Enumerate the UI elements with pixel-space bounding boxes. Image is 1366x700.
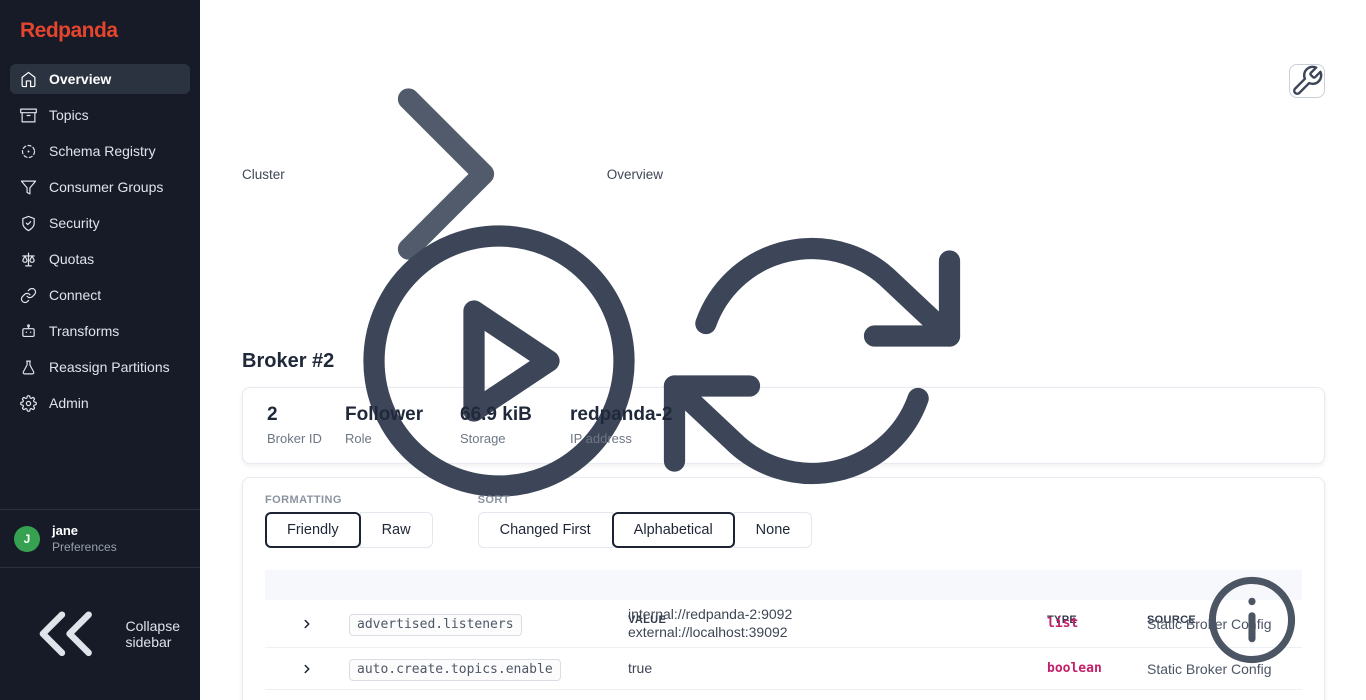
config-value-line: internal://redpanda-2:9092 bbox=[628, 606, 1047, 624]
sidebar-item-label: Reassign Partitions bbox=[49, 359, 170, 375]
archive-icon bbox=[20, 107, 37, 124]
stat-label: Broker ID bbox=[267, 431, 345, 446]
config-name-badge: auto.create.topics.enable bbox=[349, 659, 561, 681]
config-value-line: true bbox=[628, 660, 1047, 678]
home-icon bbox=[20, 71, 37, 88]
sidebar-spacer bbox=[0, 418, 200, 509]
sidebar-item-label: Consumer Groups bbox=[49, 179, 163, 195]
scan-icon bbox=[20, 143, 37, 160]
formatting-option-friendly[interactable]: Friendly bbox=[265, 512, 361, 548]
collapse-sidebar-button[interactable]: Collapse sidebar bbox=[0, 567, 200, 700]
formatting-group: FriendlyRaw bbox=[265, 512, 433, 548]
stat-value: Follower bbox=[345, 404, 460, 426]
scales-icon bbox=[20, 251, 37, 268]
chevrons-left-icon bbox=[20, 588, 112, 680]
config-value: true bbox=[628, 660, 1047, 678]
sidebar-item-connect[interactable]: Connect bbox=[10, 280, 190, 310]
flask-icon bbox=[20, 359, 37, 376]
title-row: Broker #2 bbox=[242, 348, 1325, 374]
user-name: jane bbox=[52, 523, 117, 538]
config-type: list bbox=[1047, 616, 1147, 631]
shield-check-icon bbox=[20, 215, 37, 232]
config-table: CONFIGURATION VALUE TYPE SOURCE advertis… bbox=[265, 570, 1302, 700]
collapse-sidebar-label: Collapse sidebar bbox=[126, 618, 180, 650]
sort-group: Changed FirstAlphabeticalNone bbox=[478, 512, 813, 548]
sidebar-nav: Overview Topics Schema Registry Consumer… bbox=[0, 64, 200, 418]
config-value-line: external://localhost:39092 bbox=[628, 624, 1047, 642]
link-icon bbox=[20, 287, 37, 304]
breadcrumb-overview[interactable]: Overview bbox=[607, 167, 663, 182]
sidebar-item-label: Topics bbox=[49, 107, 89, 123]
robot-icon bbox=[20, 323, 37, 340]
user-preferences-link[interactable]: Preferences bbox=[52, 540, 117, 554]
sidebar-item-label: Quotas bbox=[49, 251, 94, 267]
stat-value: redpanda-2 bbox=[570, 404, 672, 426]
refresh-icon[interactable] bbox=[662, 211, 962, 511]
sidebar-item-label: Transforms bbox=[49, 323, 119, 339]
config-value: internal://redpanda-2:9092external://loc… bbox=[628, 606, 1047, 641]
sidebar-item-consumer-groups[interactable]: Consumer Groups bbox=[10, 172, 190, 202]
main-content: Cluster Overview Broker #2 2 Broker ID F… bbox=[200, 0, 1366, 700]
sort-option-none[interactable]: None bbox=[734, 512, 813, 548]
formatting-control: FORMATTING FriendlyRaw bbox=[265, 494, 433, 548]
stat-storage: 66.9 kiB Storage bbox=[460, 404, 570, 446]
sidebar: Redpanda Overview Topics Schema Registry… bbox=[0, 0, 200, 700]
broker-config-card: FORMATTING FriendlyRaw SORT Changed Firs… bbox=[242, 477, 1325, 700]
stat-role: Follower Role bbox=[345, 404, 460, 446]
sort-option-changed-first[interactable]: Changed First bbox=[478, 512, 613, 548]
sidebar-item-admin[interactable]: Admin bbox=[10, 388, 190, 418]
app-root: Redpanda Overview Topics Schema Registry… bbox=[0, 0, 1366, 700]
sidebar-item-overview[interactable]: Overview bbox=[10, 64, 190, 94]
sort-control: SORT Changed FirstAlphabeticalNone bbox=[478, 494, 813, 548]
formatting-option-raw[interactable]: Raw bbox=[360, 512, 433, 548]
play-circle-icon[interactable] bbox=[349, 211, 649, 511]
stat-label: Storage bbox=[460, 431, 570, 446]
sidebar-item-label: Connect bbox=[49, 287, 101, 303]
sort-option-alphabetical[interactable]: Alphabetical bbox=[612, 512, 735, 548]
sidebar-item-label: Security bbox=[49, 215, 100, 231]
wrench-button[interactable] bbox=[1289, 64, 1325, 98]
formatting-label: FORMATTING bbox=[265, 494, 433, 506]
table-row-default.replication.factor: default.replication.factor 1 short Defau… bbox=[265, 690, 1302, 700]
config-type: boolean bbox=[1047, 661, 1147, 676]
stat-value: 2 bbox=[267, 404, 345, 426]
sidebar-item-transforms[interactable]: Transforms bbox=[10, 316, 190, 346]
sidebar-item-label: Admin bbox=[49, 395, 89, 411]
config-source: Static Broker Config bbox=[1147, 616, 1302, 632]
sidebar-item-reassign-partitions[interactable]: Reassign Partitions bbox=[10, 352, 190, 382]
stat-label: IP address bbox=[570, 431, 672, 446]
user-menu[interactable]: J jane Preferences bbox=[0, 509, 200, 567]
sort-label: SORT bbox=[478, 494, 813, 506]
stat-label: Role bbox=[345, 431, 460, 446]
chevron-right-icon[interactable] bbox=[300, 617, 314, 631]
config-controls: FORMATTING FriendlyRaw SORT Changed Firs… bbox=[265, 494, 1302, 548]
page-title: Broker #2 bbox=[242, 350, 334, 373]
sidebar-item-label: Schema Registry bbox=[49, 143, 156, 159]
avatar: J bbox=[14, 526, 40, 552]
config-name-badge: advertised.listeners bbox=[349, 614, 522, 636]
config-source: Static Broker Config bbox=[1147, 661, 1302, 677]
sidebar-item-quotas[interactable]: Quotas bbox=[10, 244, 190, 274]
sidebar-item-schema-registry[interactable]: Schema Registry bbox=[10, 136, 190, 166]
wrench-icon bbox=[1290, 64, 1324, 98]
sidebar-item-label: Overview bbox=[49, 71, 111, 87]
gear-icon bbox=[20, 395, 37, 412]
stat-ip-address: redpanda-2 IP address bbox=[570, 404, 672, 446]
breadcrumb-cluster[interactable]: Cluster bbox=[242, 167, 285, 182]
config-table-header: CONFIGURATION VALUE TYPE SOURCE bbox=[265, 570, 1302, 600]
redpanda-logo: Redpanda bbox=[0, 0, 200, 64]
sidebar-item-topics[interactable]: Topics bbox=[10, 100, 190, 130]
filter-icon bbox=[20, 179, 37, 196]
chevron-right-icon[interactable] bbox=[300, 662, 314, 676]
sidebar-item-security[interactable]: Security bbox=[10, 208, 190, 238]
stat-value: 66.9 kiB bbox=[460, 404, 570, 426]
stat-broker-id: 2 Broker ID bbox=[267, 404, 345, 446]
